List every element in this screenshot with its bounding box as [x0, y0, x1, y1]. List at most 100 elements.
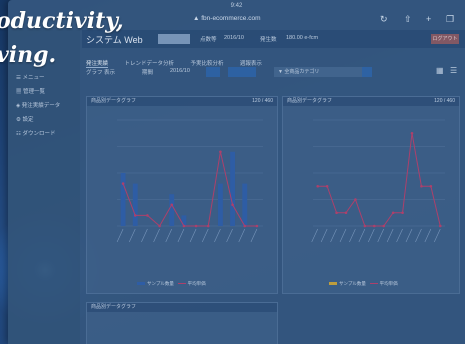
chart-point — [363, 224, 367, 228]
chart-panel-2: 商品別データグラフ 120 / 460 サンプル数量 平均単価 — [282, 96, 460, 294]
tab-bar: 発注実績 トレンドデータ分析 予実比較分析 週報表示 — [86, 52, 465, 68]
x-tick-label — [311, 228, 318, 243]
share-icon[interactable]: ⇧ — [404, 14, 412, 25]
chart-point — [170, 203, 174, 207]
chart-point — [335, 211, 338, 215]
x-tick-label — [165, 228, 173, 243]
x-tick-label — [189, 228, 197, 243]
filter-controls: グラフ 表示 期間 2016/10 ▼ 全商品カテゴリ ▦ ☰ — [86, 66, 461, 80]
chart-bar — [132, 183, 138, 226]
x-tick-label — [415, 228, 422, 243]
search-input[interactable] — [158, 34, 190, 44]
chart-point — [206, 224, 210, 228]
x-tick-label — [405, 228, 413, 243]
chart-point — [121, 182, 125, 185]
x-tick-label — [128, 228, 136, 243]
chart-point — [438, 224, 442, 228]
x-tick-label — [250, 228, 258, 243]
x-tick-label — [141, 228, 148, 243]
calendar-button[interactable] — [206, 67, 220, 77]
chart-point — [182, 224, 186, 228]
chart-point — [391, 211, 395, 215]
search-button[interactable] — [362, 67, 372, 77]
date-input[interactable]: 2016/10 — [170, 68, 190, 74]
legend-bar-label: サンプル数量 — [147, 281, 174, 286]
x-tick-label — [377, 228, 384, 243]
url-field[interactable]: ▲ fbn-ecommerce.com — [193, 15, 260, 22]
chart-bar — [169, 194, 175, 226]
sidebar: ☰ メニュー ▦ 管理一覧 ◈ 発注実績データ ⚙ 設定 ☷ ダウンロード — [8, 30, 80, 344]
x-tick-label — [424, 228, 432, 243]
panel-1-header: 商品別データグラフ 120 / 460 — [87, 97, 277, 106]
x-tick-label — [368, 228, 375, 243]
legend2-bar-label: サンプル数量 — [339, 281, 366, 286]
chart-point — [133, 214, 137, 217]
reload-icon[interactable]: ↻ — [380, 14, 388, 25]
x-tick-label — [153, 228, 160, 243]
list-view-icon[interactable]: ☰ — [450, 66, 457, 75]
x-tick-label — [226, 228, 233, 243]
sidebar-item-settings[interactable]: ⚙ 設定 — [8, 112, 80, 126]
legend-line-label: 平均単価 — [187, 281, 206, 286]
header-meta-1: 点数等 — [200, 37, 217, 43]
logout-button[interactable]: ログアウト — [431, 34, 459, 44]
chart-2-legend: サンプル数量 平均単価 — [329, 281, 398, 287]
header-meta-4: 180.00 e-fcm — [286, 35, 319, 41]
panel-1-title: 商品別データグラフ — [91, 98, 137, 104]
x-tick-label — [386, 228, 394, 243]
chart-bar — [217, 183, 223, 226]
chart-point — [354, 198, 357, 201]
legend-swatch-bar — [137, 282, 145, 286]
sidebar-item-orders[interactable]: ◈ 発注実績データ — [8, 98, 80, 112]
x-tick-label — [238, 228, 246, 243]
chart-point — [325, 184, 329, 188]
x-tick-label — [339, 228, 347, 243]
chart-panel-3: 商品別データグラフ — [86, 302, 278, 344]
new-tab-icon[interactable]: + — [426, 14, 431, 24]
x-tick-label — [320, 228, 328, 243]
chart-bar — [230, 151, 236, 226]
chart-point — [194, 224, 198, 228]
grid-view-icon[interactable]: ▦ — [436, 66, 444, 75]
chart-point — [429, 184, 433, 188]
sidebar-item-list[interactable]: ▦ 管理一覧 — [8, 84, 80, 98]
legend2-swatch-line — [369, 283, 378, 285]
category-select[interactable]: ▼ 全商品カテゴリ — [274, 67, 362, 77]
chart-point — [316, 184, 320, 188]
chart-point — [372, 224, 376, 228]
x-tick-label — [396, 228, 403, 243]
banner-line-1: oductivity, — [0, 8, 124, 34]
chart-point — [401, 211, 404, 215]
x-tick-label — [177, 228, 185, 243]
panel-2-header: 商品別データグラフ 120 / 460 — [283, 97, 459, 106]
chart-point — [255, 224, 259, 228]
header-meta-3: 発生数 — [260, 37, 277, 43]
chart-1-legend: サンプル数量 平均単価 — [137, 281, 206, 287]
chart-point — [243, 224, 247, 228]
panel-3-title: 商品別データグラフ — [91, 304, 137, 310]
x-tick-label — [201, 228, 209, 243]
chart-line — [122, 151, 257, 227]
sidebar-item-download[interactable]: ☷ ダウンロード — [8, 126, 80, 140]
chart-point — [344, 211, 348, 215]
header-meta-2: 2016/10 — [224, 35, 244, 41]
apply-button[interactable] — [228, 67, 256, 77]
panel-2-count: 120 / 460 — [434, 98, 455, 104]
banner-line-2: ving. — [0, 42, 57, 68]
tabs-icon[interactable]: ❐ — [446, 14, 454, 25]
sidebar-item-menu[interactable]: ☰ メニュー — [8, 70, 80, 84]
legend2-swatch-bar — [329, 282, 337, 286]
chart-point — [158, 224, 161, 228]
x-tick-label — [434, 228, 441, 243]
panel-3-header: 商品別データグラフ — [87, 303, 277, 312]
panel-1-count: 120 / 460 — [252, 98, 273, 104]
legend2-line-label: 平均単価 — [379, 281, 398, 286]
x-tick-label — [358, 228, 366, 243]
chart-bar — [181, 215, 187, 226]
x-tick-label — [214, 228, 221, 243]
chart-point — [231, 203, 234, 207]
chart-1 — [116, 119, 263, 243]
chart-point — [420, 184, 423, 188]
chart-point — [410, 131, 414, 135]
period-label: 期間 — [142, 70, 154, 76]
